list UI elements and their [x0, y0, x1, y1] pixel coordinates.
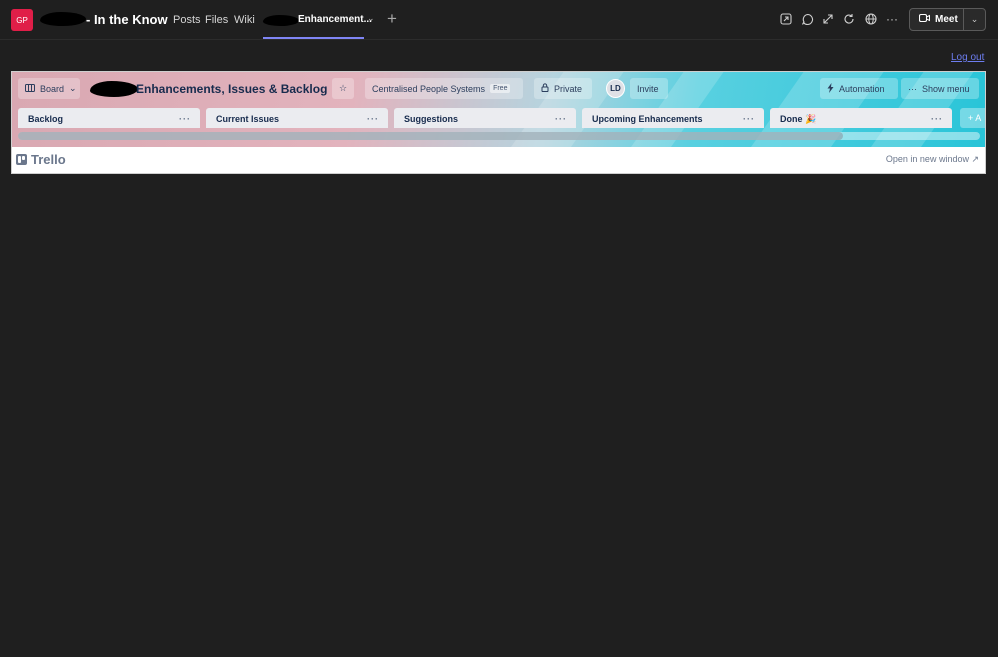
star-board-button[interactable]: ☆ — [332, 78, 354, 99]
trello-embed: Board ⌄ Enhancements, Issues & Backlog ☆… — [11, 71, 986, 174]
trello-icon — [16, 154, 27, 165]
scrollbar-thumb[interactable] — [18, 132, 843, 140]
list-title: Current Issues — [216, 114, 280, 124]
redacted-board-prefix — [90, 81, 138, 97]
list-title: Backlog — [28, 114, 64, 124]
board-title[interactable]: Enhancements, Issues & Backlog — [136, 82, 327, 96]
list-suggestions[interactable]: Suggestions ··· — [394, 108, 576, 128]
chevron-down-icon: ⌄ — [69, 83, 77, 93]
list-menu-icon[interactable]: ··· — [555, 114, 567, 124]
board-icon — [25, 83, 35, 94]
list-title: Done 🎉 — [780, 113, 817, 124]
video-camera-icon — [918, 13, 930, 26]
list-current-issues[interactable]: Current Issues ··· — [206, 108, 388, 128]
board-view-label: Board — [40, 83, 65, 94]
show-menu-button[interactable]: ··· Show menu — [901, 78, 979, 99]
show-menu-label: Show menu — [922, 83, 970, 94]
trello-board: Board ⌄ Enhancements, Issues & Backlog ☆… — [12, 72, 985, 147]
list-menu-icon[interactable]: ··· — [743, 114, 755, 124]
automation-label: Automation — [839, 83, 885, 94]
visibility-label: Private — [554, 83, 583, 94]
plan-badge: Free — [490, 84, 511, 93]
active-tab-indicator — [263, 37, 364, 39]
list-title: Upcoming Enhancements — [592, 114, 703, 124]
tab-chevron-down-icon[interactable]: ⌄ — [367, 13, 375, 24]
invite-label: Invite — [637, 83, 659, 94]
globe-icon[interactable] — [863, 11, 879, 27]
visibility-button[interactable]: Private — [534, 78, 592, 99]
team-avatar[interactable]: GP — [11, 9, 33, 31]
trello-footer: Trello Open in new window ↗ — [12, 147, 985, 173]
meet-dropdown-chevron-icon[interactable]: ⌄ — [964, 14, 985, 25]
list-menu-icon[interactable]: ··· — [931, 114, 943, 124]
add-list-button[interactable]: + A — [960, 108, 985, 128]
logout-link[interactable]: Log out — [951, 52, 984, 63]
add-tab-button[interactable]: + — [387, 9, 397, 29]
tab-wiki[interactable]: Wiki — [234, 14, 255, 26]
board-view-switcher[interactable]: Board ⌄ — [18, 78, 80, 99]
automation-button[interactable]: Automation — [820, 78, 898, 99]
tab-files[interactable]: Files — [205, 14, 228, 26]
tab-enhancements[interactable]: Enhancement... — [298, 14, 372, 25]
trello-logo[interactable]: Trello — [16, 152, 66, 167]
popout-icon[interactable] — [778, 11, 794, 27]
meet-label: Meet — [935, 14, 958, 25]
workspace-label: Centralised People Systems — [372, 83, 486, 94]
list-menu-icon[interactable]: ··· — [179, 114, 191, 124]
more-dots-icon: ··· — [908, 83, 917, 94]
more-options-icon[interactable]: ··· — [884, 11, 900, 27]
redacted-tab-name — [263, 15, 299, 26]
open-in-new-window-link[interactable]: Open in new window ↗ — [886, 154, 979, 165]
trello-brand: Trello — [31, 152, 66, 167]
tab-posts[interactable]: Posts — [173, 14, 201, 26]
list-done[interactable]: Done 🎉 ··· — [770, 108, 952, 128]
list-title: Suggestions — [404, 114, 459, 124]
board-horizontal-scrollbar[interactable] — [18, 132, 980, 140]
list-backlog[interactable]: Backlog ··· — [18, 108, 200, 128]
list-upcoming-enhancements[interactable]: Upcoming Enhancements ··· — [582, 108, 764, 128]
refresh-icon[interactable] — [841, 11, 857, 27]
teams-header: GP - In the Know Posts Files Wiki Enhanc… — [0, 0, 998, 40]
meet-button[interactable]: Meet — [910, 9, 964, 30]
lock-icon — [541, 83, 549, 94]
member-avatar[interactable]: LD — [606, 79, 625, 98]
invite-button[interactable]: Invite — [630, 78, 668, 99]
list-menu-icon[interactable]: ··· — [367, 114, 379, 124]
team-title: - In the Know — [86, 12, 168, 27]
meet-button-group: Meet ⌄ — [909, 8, 986, 31]
star-icon: ☆ — [338, 83, 348, 93]
expand-icon[interactable] — [820, 11, 836, 27]
workspace-button[interactable]: Centralised People Systems Free — [365, 78, 523, 99]
redacted-team-name — [40, 12, 86, 26]
lightning-icon — [827, 82, 834, 95]
chat-icon[interactable] — [799, 11, 815, 27]
